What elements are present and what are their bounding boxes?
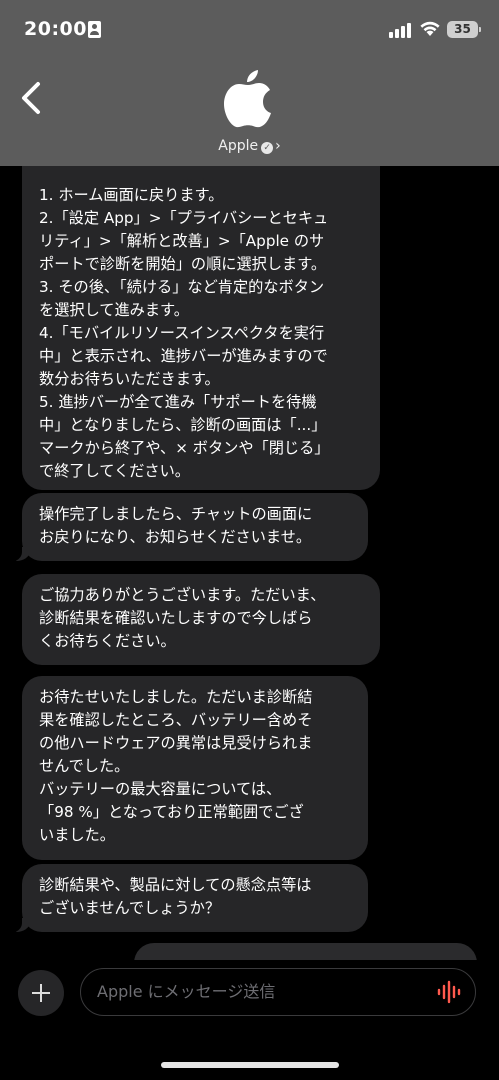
contact-name-link[interactable]: Apple ✓ › bbox=[0, 138, 499, 154]
home-indicator bbox=[161, 1062, 339, 1068]
voice-waveform-icon[interactable] bbox=[436, 980, 464, 1004]
contact-name: Apple bbox=[218, 138, 259, 154]
cellular-signal-icon bbox=[389, 22, 413, 38]
message-bubble: 操作完了しましたら、チャットの画面に お戻りになり、お知らせくださいませ。 bbox=[22, 493, 368, 561]
status-time: 20:00 bbox=[24, 18, 87, 40]
message-text: 1. ホーム画面に戻ります。 2.「設定 App」>「プライバシーとセキュ リテ… bbox=[39, 186, 330, 480]
apple-logo[interactable] bbox=[222, 68, 274, 128]
message-bubble: 診断結果や、製品に対しての懸念点等は ございませんでしょうか？ bbox=[22, 864, 368, 932]
message-bubble: 1. ホーム画面に戻ります。 2.「設定 App」>「プライバシーとセキュ リテ… bbox=[22, 166, 380, 490]
message-text: ご協力ありがとうございます。ただいま、 診断結果を確認いたしますので今しばら く… bbox=[39, 586, 326, 650]
focus-person-icon bbox=[88, 21, 101, 38]
message-text: お待たせいたしました。ただいま診断結 果を確認したところ、バッテリー含めそ の他… bbox=[39, 688, 313, 844]
message-bubble: お待たせいたしました。ただいま診断結 果を確認したところ、バッテリー含めそ の他… bbox=[22, 676, 368, 860]
plus-icon[interactable] bbox=[18, 970, 64, 1016]
message-bubble: ご協力ありがとうございます。ただいま、 診断結果を確認いたしますので今しばら く… bbox=[22, 574, 380, 665]
back-chevron-icon[interactable] bbox=[14, 78, 50, 118]
battery-indicator: 35 bbox=[447, 21, 481, 38]
verified-badge-icon: ✓ bbox=[261, 142, 274, 154]
wifi-icon bbox=[420, 21, 440, 36]
chevron-right-icon: › bbox=[275, 138, 281, 154]
message-input[interactable]: Apple にメッセージ送信 bbox=[80, 968, 476, 1016]
message-text: 診断結果や、製品に対しての懸念点等は ございませんでしょうか？ bbox=[39, 876, 312, 917]
message-text: 操作完了しましたら、チャットの画面に お戻りになり、お知らせくださいませ。 bbox=[39, 505, 313, 546]
header-bar: 20:00 35 Apple ✓ › bbox=[0, 0, 499, 166]
